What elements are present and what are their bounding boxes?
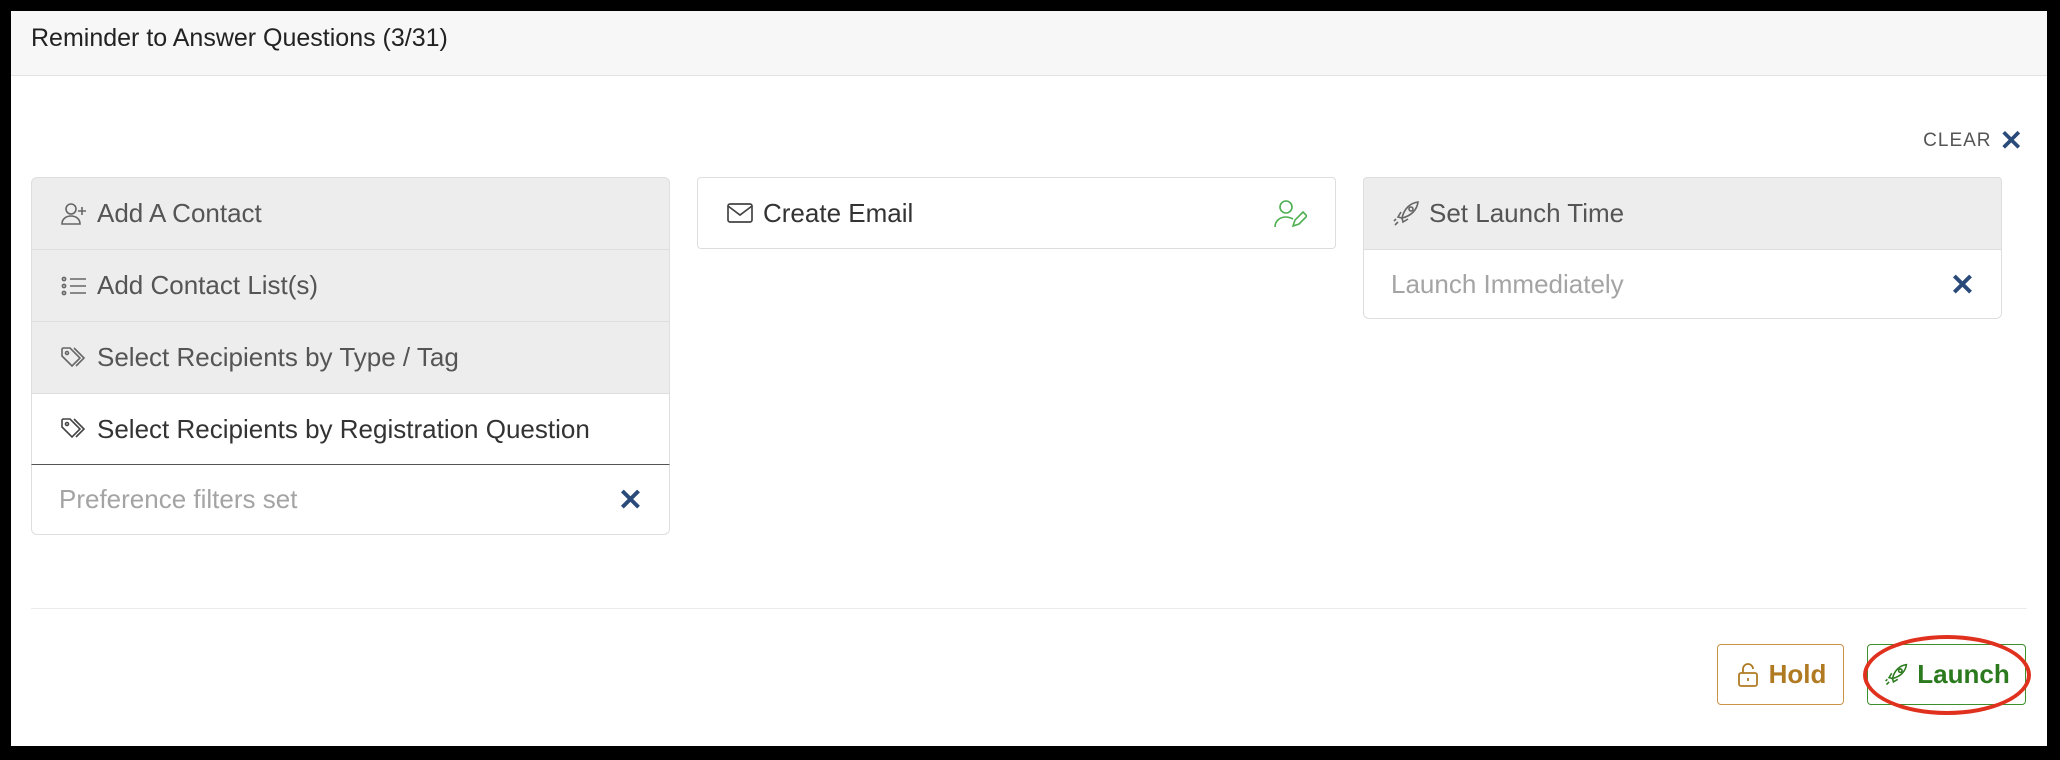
- create-email-label: Create Email: [763, 197, 914, 228]
- email-panel: Create Email: [697, 177, 1336, 249]
- preference-filters-text: Preference filters set: [59, 484, 298, 514]
- add-contact-option[interactable]: Add A Contact: [31, 177, 670, 249]
- add-contact-list-label: Add Contact List(s): [97, 270, 319, 300]
- add-user-icon: [59, 199, 89, 229]
- select-by-type-tag-label: Select Recipients by Type / Tag: [97, 342, 459, 372]
- select-by-registration-question-label: Select Recipients by Registration Questi…: [97, 413, 590, 444]
- launch-label: Launch: [1917, 659, 2010, 689]
- hold-button[interactable]: Hold: [1717, 644, 1844, 705]
- add-contact-label: Add A Contact: [97, 198, 262, 228]
- dialog-window: Reminder to Answer Questions (3/31) CLEA…: [11, 11, 2047, 746]
- footer-divider: [31, 608, 2027, 609]
- close-icon: ✕: [1999, 125, 2024, 156]
- launch-button[interactable]: Launch: [1867, 644, 2026, 705]
- set-launch-time-label: Set Launch Time: [1429, 198, 1625, 228]
- launch-immediately-value: Launch Immediately ✕: [1363, 249, 2002, 319]
- select-by-registration-question-option[interactable]: Select Recipients by Registration Questi…: [31, 393, 670, 465]
- remove-launch-time-icon[interactable]: ✕: [1950, 268, 1975, 303]
- recipients-panel: Add A Contact Add Contact List(s) Select…: [31, 177, 670, 535]
- dialog-title: Reminder to Answer Questions (3/31): [31, 24, 448, 52]
- lock-icon: [1735, 662, 1761, 688]
- clear-button[interactable]: CLEAR ✕: [1923, 127, 2024, 155]
- hold-label: Hold: [1768, 659, 1827, 689]
- set-launch-time-option[interactable]: Set Launch Time: [1363, 177, 2002, 249]
- launch-time-panel: Set Launch Time Launch Immediately ✕: [1363, 177, 2002, 319]
- envelope-icon: [725, 198, 755, 228]
- rocket-icon: [1391, 199, 1421, 229]
- title-bar: Reminder to Answer Questions (3/31): [11, 11, 2047, 76]
- add-contact-list-option[interactable]: Add Contact List(s): [31, 249, 670, 321]
- preference-filters-value: Preference filters set ✕: [31, 465, 670, 535]
- create-email-option[interactable]: Create Email: [697, 177, 1336, 249]
- tags-icon: [59, 343, 89, 373]
- clear-label: CLEAR: [1923, 130, 1992, 151]
- launch-immediately-text: Launch Immediately: [1391, 268, 1624, 299]
- select-by-type-tag-option[interactable]: Select Recipients by Type / Tag: [31, 321, 670, 393]
- rocket-icon: [1883, 662, 1909, 688]
- user-edit-icon[interactable]: [1273, 198, 1309, 237]
- remove-filter-icon[interactable]: ✕: [618, 483, 643, 518]
- list-icon: [59, 271, 89, 301]
- tags-icon: [59, 414, 89, 444]
